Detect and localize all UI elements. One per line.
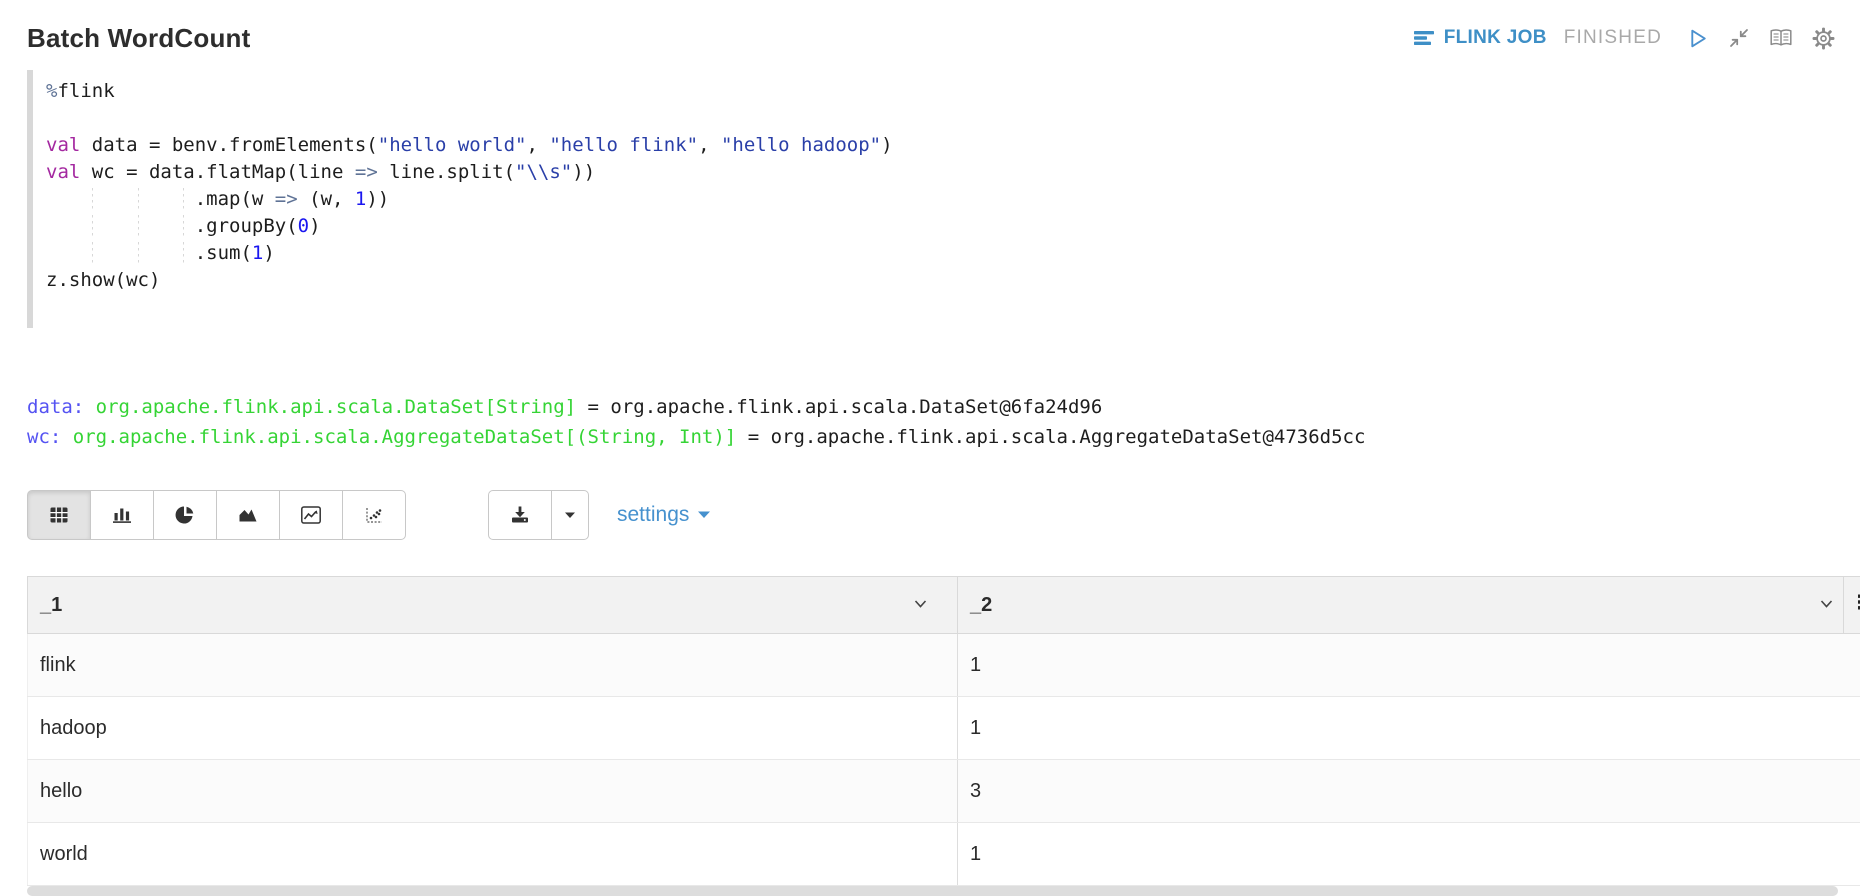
chart-type-group: [27, 490, 406, 540]
download-options-button[interactable]: [551, 490, 589, 540]
cell-word: world: [28, 823, 958, 886]
download-icon: [508, 503, 532, 527]
table-icon: [47, 503, 71, 527]
interpreter-output: data: org.apache.flink.api.scala.DataSet…: [27, 392, 1838, 452]
open-book-icon[interactable]: [1768, 26, 1794, 50]
output-line: wc: org.apache.flink.api.scala.Aggregate…: [27, 422, 1838, 452]
code-line: [46, 105, 1838, 132]
code-line: %flink: [46, 78, 1838, 105]
result-table: _1 _2: [27, 576, 1860, 886]
settings-label: settings: [617, 503, 689, 527]
table-row: hadoop1: [28, 697, 1860, 760]
horizontal-scrollbar[interactable]: [27, 886, 1838, 896]
line-chart-icon: [299, 503, 323, 527]
scatter-chart-icon: [362, 503, 386, 527]
job-label: FLINK JOB: [1444, 27, 1547, 49]
cell-word: hadoop: [28, 697, 958, 760]
cell-count: 1: [958, 823, 1860, 886]
cell-count: 3: [958, 760, 1860, 823]
chevron-down-icon[interactable]: [914, 600, 927, 608]
result-table-head: _1 _2: [28, 577, 1860, 634]
status-badge: FINISHED: [1564, 27, 1662, 49]
hamburger-menu-icon: [1856, 593, 1860, 611]
code-line: z.show(wc): [46, 267, 1838, 294]
table-row: world1: [28, 823, 1860, 886]
cell-count: 1: [958, 634, 1860, 697]
caret-down-icon: [563, 508, 577, 522]
caret-down-icon: [697, 509, 711, 521]
area-chart-icon: [236, 503, 260, 527]
paragraph-header: Batch WordCount FLINK JOB FINISHED: [27, 16, 1838, 60]
column-header-2[interactable]: _2: [958, 577, 1844, 634]
column-header-label: _2: [970, 594, 992, 616]
grid-menu-button[interactable]: [1844, 577, 1860, 634]
visualization-toolbar: settings: [27, 490, 1838, 540]
cell-word: hello: [28, 760, 958, 823]
code-lines: %flink val data = benv.fromElements("hel…: [46, 78, 1838, 294]
output-lines: data: org.apache.flink.api.scala.DataSet…: [27, 392, 1838, 452]
code-line: val wc = data.flatMap(line => line.split…: [46, 159, 1838, 186]
chart-type-pie-chart-button[interactable]: [153, 490, 217, 540]
chart-type-line-chart-button[interactable]: [279, 490, 343, 540]
chart-type-bar-chart-button[interactable]: [90, 490, 154, 540]
code-line: .sum(1): [46, 240, 1838, 267]
download-group: [488, 490, 589, 540]
flink-job-link[interactable]: FLINK JOB: [1412, 26, 1547, 50]
chart-type-table-button[interactable]: [27, 490, 91, 540]
table-row: hello3: [28, 760, 1860, 823]
gear-settings-icon[interactable]: [1811, 26, 1836, 51]
chart-type-area-chart-button[interactable]: [216, 490, 280, 540]
job-list-icon: [1412, 26, 1436, 50]
chart-type-scatter-chart-button[interactable]: [342, 490, 406, 540]
bar-chart-icon: [110, 503, 134, 527]
download-button[interactable]: [488, 490, 552, 540]
column-header-label: _1: [40, 594, 62, 616]
result-table-body: flink1hadoop1hello3world1: [28, 634, 1860, 886]
code-line: val data = benv.fromElements("hello worl…: [46, 132, 1838, 159]
column-header-1[interactable]: _1: [28, 577, 958, 634]
code-editor[interactable]: %flink val data = benv.fromElements("hel…: [27, 70, 1838, 328]
paragraph: Batch WordCount FLINK JOB FINISHED: [0, 0, 1860, 896]
cell-count: 1: [958, 697, 1860, 760]
chevron-down-icon[interactable]: [1820, 600, 1833, 608]
paragraph-controls: FLINK JOB FINISHED: [1412, 26, 1838, 51]
settings-toggle[interactable]: settings: [617, 503, 711, 527]
table-row: flink1: [28, 634, 1860, 697]
paragraph-title: Batch WordCount: [27, 23, 251, 54]
code-line: .map(w => (w, 1)): [46, 186, 1838, 213]
run-paragraph-icon[interactable]: [1685, 26, 1710, 51]
pie-chart-icon: [173, 503, 197, 527]
output-line: data: org.apache.flink.api.scala.DataSet…: [27, 392, 1838, 422]
cell-word: flink: [28, 634, 958, 697]
collapse-editor-icon[interactable]: [1727, 26, 1751, 50]
code-line: .groupBy(0): [46, 213, 1838, 240]
